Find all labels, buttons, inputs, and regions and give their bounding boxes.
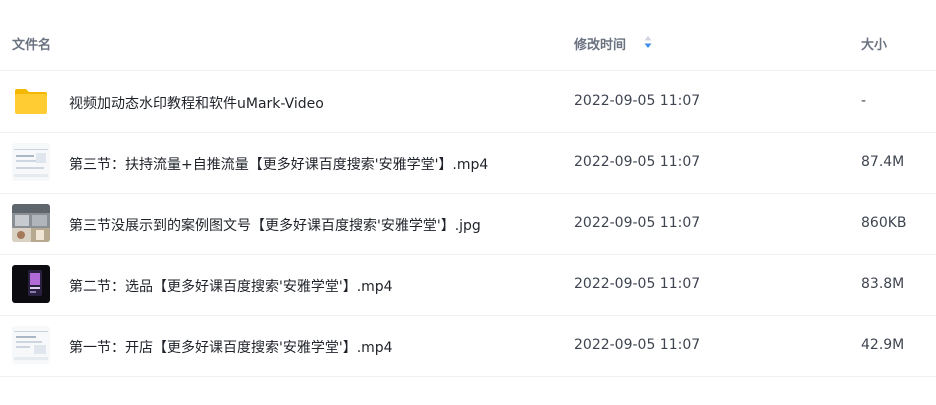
file-name[interactable]: 第三节没展示到的案例图文号【更多好课百度搜索'安雅学堂'】.jpg: [69, 215, 481, 235]
file-size: 42.9M: [861, 337, 905, 353]
video-thumbnail-icon: [12, 326, 50, 364]
file-size: 83.8M: [861, 276, 905, 292]
file-modified: 2022-09-05 11:07: [574, 93, 701, 109]
file-row[interactable]: 第一节：开店【更多好课百度搜索'安雅学堂'】.mp4 2022-09-05 11…: [0, 315, 936, 377]
column-header-modified[interactable]: 修改时间: [574, 34, 626, 53]
file-modified: 2022-09-05 11:07: [574, 276, 701, 292]
column-header-size[interactable]: 大小: [861, 34, 887, 53]
video-thumbnail-icon: [12, 143, 50, 181]
list-header: 文件名 修改时间 大小: [0, 0, 936, 71]
folder-icon: [12, 82, 50, 120]
image-thumbnail-icon: [12, 204, 50, 242]
video-thumbnail-icon: [12, 265, 50, 303]
column-header-name[interactable]: 文件名: [12, 34, 51, 53]
file-size: 87.4M: [861, 154, 905, 170]
file-row[interactable]: 视频加动态水印教程和软件uMark-Video 2022-09-05 11:07…: [0, 71, 936, 133]
file-name[interactable]: 第二节：选品【更多好课百度搜索'安雅学堂'】.mp4: [69, 276, 393, 296]
file-size: -: [861, 93, 867, 109]
file-modified: 2022-09-05 11:07: [574, 337, 701, 353]
file-row[interactable]: 第二节：选品【更多好课百度搜索'安雅学堂'】.mp4 2022-09-05 11…: [0, 254, 936, 316]
sort-indicator-icon[interactable]: [643, 34, 653, 48]
file-row[interactable]: 第三节：扶持流量+自推流量【更多好课百度搜索'安雅学堂'】.mp4 2022-0…: [0, 132, 936, 194]
file-modified: 2022-09-05 11:07: [574, 215, 701, 231]
file-list: 文件名 修改时间 大小 视频加动态水印教程和软件uMark-Video 2022…: [0, 0, 936, 405]
file-modified: 2022-09-05 11:07: [574, 154, 701, 170]
file-name[interactable]: 第一节：开店【更多好课百度搜索'安雅学堂'】.mp4: [69, 337, 393, 357]
file-name[interactable]: 第三节：扶持流量+自推流量【更多好课百度搜索'安雅学堂'】.mp4: [69, 154, 488, 174]
file-row[interactable]: 第三节没展示到的案例图文号【更多好课百度搜索'安雅学堂'】.jpg 2022-0…: [0, 193, 936, 255]
file-size: 860KB: [861, 215, 907, 231]
file-name[interactable]: 视频加动态水印教程和软件uMark-Video: [69, 93, 324, 113]
